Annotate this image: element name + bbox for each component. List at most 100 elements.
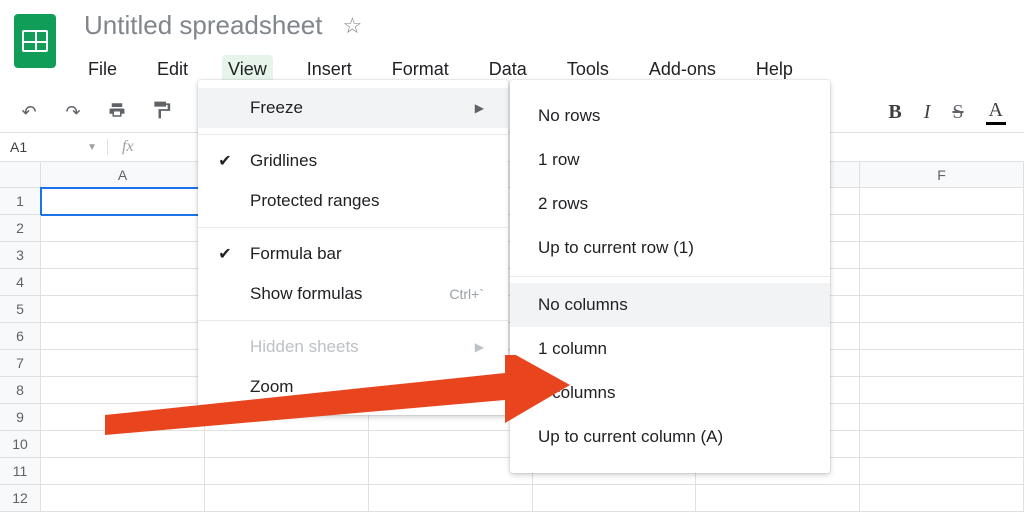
cell[interactable] xyxy=(860,296,1024,323)
paint-format-icon[interactable] xyxy=(150,100,172,125)
menu-item-show-formulas[interactable]: Show formulas Ctrl+` xyxy=(198,274,508,314)
submenu-arrow-icon: ▶ xyxy=(475,340,484,354)
menu-item-zoom[interactable]: Zoom ▶ xyxy=(198,367,508,407)
cell[interactable] xyxy=(41,188,205,215)
cell[interactable] xyxy=(860,404,1024,431)
cell[interactable] xyxy=(205,485,369,512)
row-header[interactable]: 2 xyxy=(0,215,41,242)
freeze-up-to-column[interactable]: Up to current column (A) xyxy=(510,415,830,459)
menu-item-label: 2 rows xyxy=(538,194,588,214)
menu-edit[interactable]: Edit xyxy=(151,55,194,84)
column-header[interactable]: A xyxy=(41,162,205,188)
cell[interactable] xyxy=(41,323,205,350)
menu-item-label: 1 row xyxy=(538,150,580,170)
menu-item-label: Protected ranges xyxy=(250,191,379,211)
menu-item-protected-ranges[interactable]: Protected ranges xyxy=(198,181,508,221)
freeze-no-columns[interactable]: No columns xyxy=(510,283,830,327)
check-icon: ✔ xyxy=(216,151,234,171)
row-header[interactable]: 4 xyxy=(0,269,41,296)
check-icon: ✔ xyxy=(216,244,234,264)
cell[interactable] xyxy=(860,350,1024,377)
cell[interactable] xyxy=(860,377,1024,404)
cell[interactable] xyxy=(369,485,533,512)
menu-item-label: Up to current column (A) xyxy=(538,427,723,447)
cell[interactable] xyxy=(860,458,1024,485)
cell[interactable] xyxy=(205,431,369,458)
menu-item-label: No columns xyxy=(538,295,628,315)
row-header[interactable]: 9 xyxy=(0,404,41,431)
cell[interactable] xyxy=(860,485,1024,512)
cell[interactable] xyxy=(41,269,205,296)
cell[interactable] xyxy=(205,458,369,485)
row-header[interactable]: 6 xyxy=(0,323,41,350)
doc-title[interactable]: Untitled spreadsheet xyxy=(82,6,324,45)
menu-item-gridlines[interactable]: ✔ Gridlines xyxy=(198,141,508,181)
view-dropdown: Freeze ▶ ✔ Gridlines Protected ranges ✔ … xyxy=(198,80,508,415)
cell[interactable] xyxy=(41,242,205,269)
freeze-up-to-row[interactable]: Up to current row (1) xyxy=(510,226,830,270)
cell[interactable] xyxy=(41,377,205,404)
cell[interactable] xyxy=(41,485,205,512)
row-header[interactable]: 12 xyxy=(0,485,41,512)
cell[interactable] xyxy=(696,485,860,512)
cell[interactable] xyxy=(41,296,205,323)
menu-item-label: Show formulas xyxy=(250,284,362,304)
print-icon[interactable] xyxy=(106,101,128,124)
cell[interactable] xyxy=(860,242,1024,269)
cell[interactable] xyxy=(860,431,1024,458)
select-all-corner[interactable] xyxy=(0,162,41,188)
row-header[interactable]: 3 xyxy=(0,242,41,269)
row-header[interactable]: 5 xyxy=(0,296,41,323)
row-header[interactable]: 7 xyxy=(0,350,41,377)
menu-item-freeze[interactable]: Freeze ▶ xyxy=(198,88,508,128)
freeze-no-rows[interactable]: No rows xyxy=(510,94,830,138)
submenu-arrow-icon: ▶ xyxy=(475,101,484,115)
cell[interactable] xyxy=(41,215,205,242)
menu-item-label: Formula bar xyxy=(250,244,342,264)
menu-item-label: Hidden sheets xyxy=(250,337,359,357)
cell[interactable] xyxy=(369,431,533,458)
cell[interactable] xyxy=(41,431,205,458)
redo-icon[interactable]: ↷ xyxy=(62,102,84,123)
shortcut-label: Ctrl+` xyxy=(449,286,484,302)
cell[interactable] xyxy=(860,215,1024,242)
freeze-2-columns[interactable]: 2 columns xyxy=(510,371,830,415)
menu-item-formula-bar[interactable]: ✔ Formula bar xyxy=(198,234,508,274)
menu-item-label: 2 columns xyxy=(538,383,615,403)
name-box[interactable]: A1 ▼ xyxy=(0,139,108,155)
menu-file[interactable]: File xyxy=(82,55,123,84)
freeze-1-column[interactable]: 1 column xyxy=(510,327,830,371)
row-header[interactable]: 8 xyxy=(0,377,41,404)
text-color-button[interactable]: A xyxy=(986,99,1006,125)
undo-icon[interactable]: ↶ xyxy=(18,102,40,123)
fx-label: fx xyxy=(108,138,148,156)
submenu-arrow-icon: ▶ xyxy=(475,380,484,394)
cell[interactable] xyxy=(369,458,533,485)
sheets-logo xyxy=(14,14,56,68)
row-header[interactable]: 1 xyxy=(0,188,41,215)
row-header[interactable]: 11 xyxy=(0,458,41,485)
italic-button[interactable]: I xyxy=(924,101,931,124)
name-box-value: A1 xyxy=(10,139,27,155)
cell[interactable] xyxy=(860,269,1024,296)
cell[interactable] xyxy=(533,485,697,512)
menu-item-label: Gridlines xyxy=(250,151,317,171)
column-header[interactable]: F xyxy=(860,162,1024,188)
cell[interactable] xyxy=(860,323,1024,350)
freeze-submenu: No rows 1 row 2 rows Up to current row (… xyxy=(510,80,830,473)
menu-item-label: Freeze xyxy=(250,98,303,118)
row-header[interactable]: 10 xyxy=(0,431,41,458)
cell[interactable] xyxy=(41,404,205,431)
cell[interactable] xyxy=(41,350,205,377)
cell[interactable] xyxy=(860,188,1024,215)
cell[interactable] xyxy=(41,458,205,485)
menu-item-label: 1 column xyxy=(538,339,607,359)
bold-button[interactable]: B xyxy=(888,101,901,124)
chevron-down-icon: ▼ xyxy=(87,142,97,153)
menu-item-hidden-sheets: Hidden sheets ▶ xyxy=(198,327,508,367)
strikethrough-button[interactable]: S xyxy=(952,101,963,124)
star-icon[interactable]: ☆ xyxy=(342,13,362,39)
freeze-1-row[interactable]: 1 row xyxy=(510,138,830,182)
freeze-2-rows[interactable]: 2 rows xyxy=(510,182,830,226)
menu-item-label: No rows xyxy=(538,106,600,126)
